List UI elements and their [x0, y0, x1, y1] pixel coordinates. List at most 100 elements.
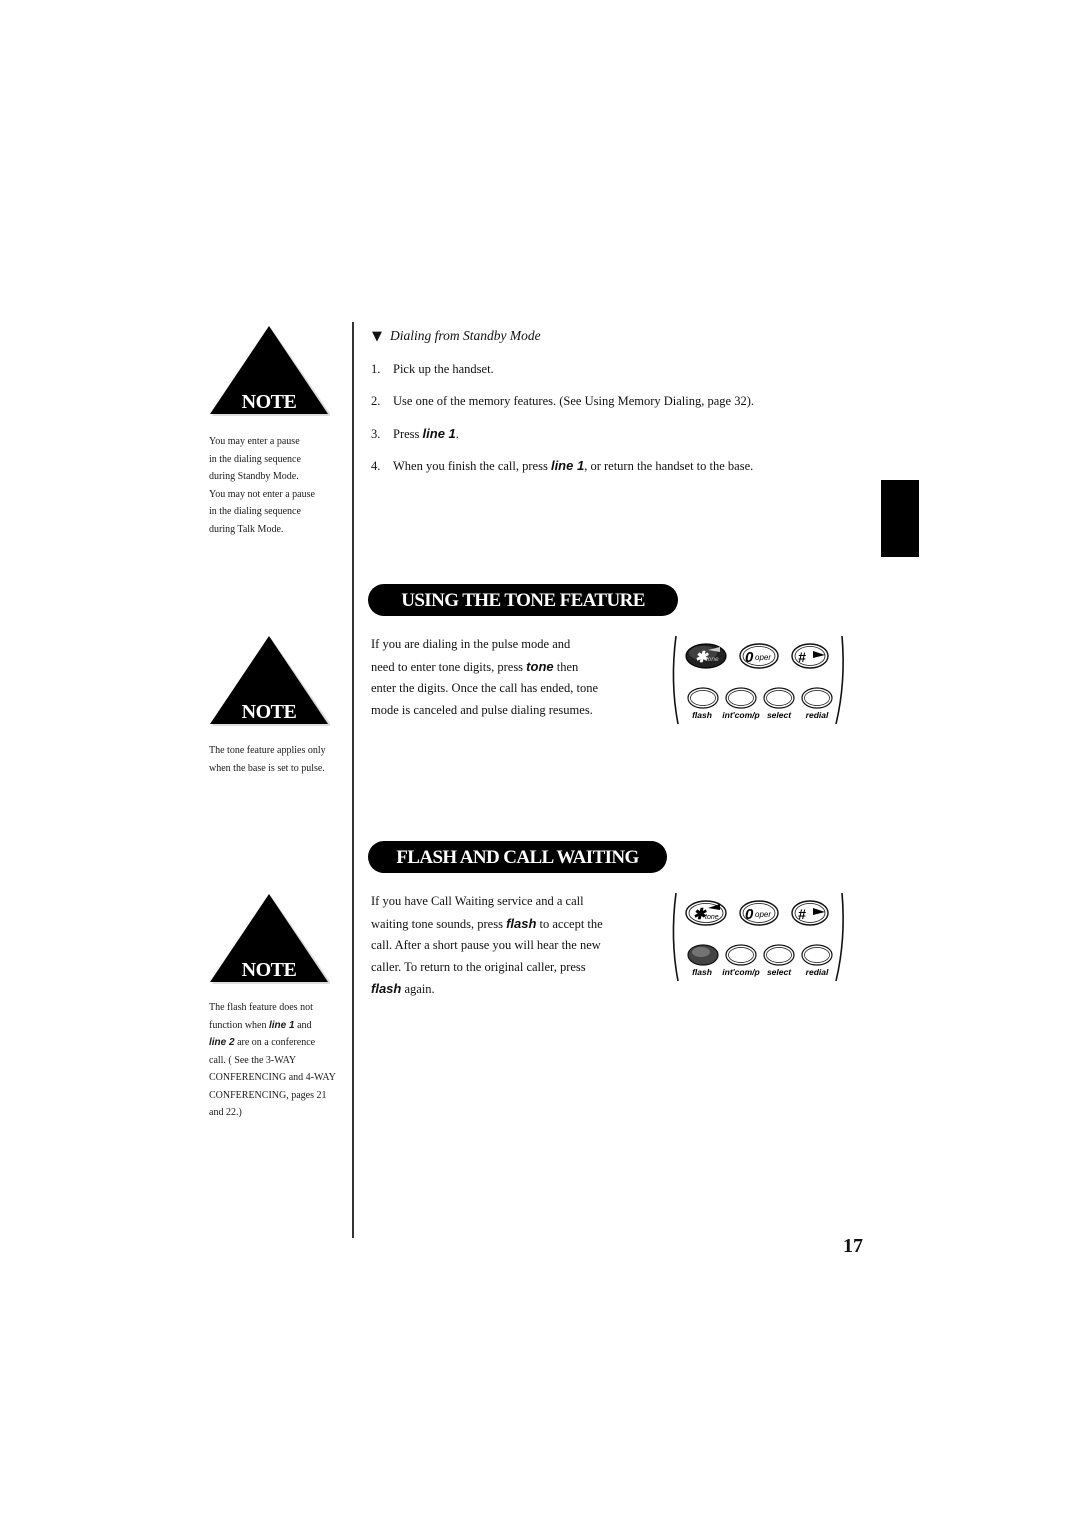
note-label: NOTE — [242, 959, 297, 981]
para-line: mode is canceled and pulse dialing resum… — [371, 702, 593, 717]
standby-step-1: 1. Pick up the handset. — [371, 362, 494, 377]
key-name-flash: flash — [371, 981, 402, 996]
step-text: . — [455, 427, 459, 441]
key-name-tone: tone — [526, 658, 554, 674]
note-line: call. ( See the 3-WAY — [209, 1054, 297, 1066]
para-line: waiting tone sounds, press flash to acce… — [371, 913, 603, 936]
flash-key-highlighted — [687, 944, 719, 966]
note-text-span: The flash feature does not — [209, 1002, 313, 1013]
key-name-line2: line 2 — [209, 1037, 235, 1048]
zero-oper-key: 0 oper — [739, 643, 779, 669]
pound-key: # — [791, 643, 829, 669]
select-key — [763, 944, 795, 966]
note-triangle-icon: NOTE — [210, 894, 332, 984]
key-label-flash: flash — [692, 967, 712, 977]
select-key — [763, 687, 795, 709]
note-text-2: The tone feature applies only when the b… — [209, 742, 326, 777]
page-number: 17 — [843, 1235, 863, 1257]
standby-heading: ▼ Dialing from Standby Mode — [372, 327, 541, 345]
key-sublabel: oper — [755, 910, 771, 919]
para-line: If you have Call Waiting service and a c… — [371, 894, 584, 908]
note-line: CONFERENCING and 4-WAY — [209, 1072, 336, 1083]
pound-glyph: # — [798, 906, 806, 922]
key-label-flash: flash — [692, 710, 712, 720]
handset-outline-left — [672, 635, 679, 725]
key-name-flash: flash — [506, 915, 537, 931]
note-badge-3: NOTE — [208, 894, 332, 989]
redial-key — [801, 944, 833, 966]
note-line: You may not enter a pause — [209, 488, 315, 500]
para-line: caller. To return to the original caller… — [371, 959, 586, 974]
key-label-redial: redial — [806, 710, 829, 720]
intercom-key — [725, 687, 757, 709]
para-line: call. After a short pause you will hear … — [371, 938, 601, 952]
para-text: to accept the — [536, 916, 603, 931]
step-text: , or return the handset to the base. — [584, 459, 754, 473]
handset-outline-right — [835, 635, 844, 725]
note-line: The flash feature does not — [209, 999, 336, 1017]
pound-glyph: # — [798, 649, 806, 665]
handset-outline-left — [672, 892, 679, 982]
note-label: NOTE — [242, 701, 297, 723]
step-text: Use one of the memory features. (See Usi… — [393, 394, 755, 408]
key-sublabel: tone — [706, 656, 719, 663]
key-label-intercom: int'com/p — [722, 967, 759, 977]
step-number: 4. — [371, 459, 381, 473]
note-text-1: You may enter a pause in the dialing seq… — [209, 433, 315, 538]
note-line: and 22.) — [209, 1107, 242, 1118]
tone-key: ✱ tone — [685, 900, 727, 926]
key-name-line1: line 1 — [269, 1019, 295, 1031]
keypad-illustration-tone: ✱ tone 0 oper # flash int'com/p select r… — [668, 632, 848, 733]
redial-key — [801, 687, 833, 709]
step-text: When you finish the call, press — [393, 459, 551, 473]
flash-section-title: FLASH AND CALL WAITING — [368, 841, 667, 873]
para-text: need to enter tone digits, press — [371, 659, 527, 674]
note-triangle-icon: NOTE — [210, 326, 332, 416]
keypad-illustration-flash: ✱ tone 0 oper # flash int'com/p select r… — [668, 889, 848, 990]
intercom-key — [725, 944, 757, 966]
step-text: Press — [393, 427, 423, 441]
note-badge-1: NOTE — [208, 326, 332, 421]
note-text-span: are on a conference — [234, 1037, 316, 1048]
para-line: need to enter tone digits, press tone th… — [371, 656, 598, 679]
note-line: during Talk Mode. — [209, 523, 284, 535]
note-line: CONFERENCING, pages 21 — [209, 1089, 327, 1101]
note-line: The tone feature applies only — [209, 745, 326, 756]
key-label-redial: redial — [806, 967, 829, 977]
note-line: in the dialing sequence — [209, 453, 301, 465]
key-name-line1: line 1 — [422, 426, 456, 441]
note-label: NOTE — [242, 391, 297, 413]
tone-key: ✱ tone — [685, 643, 727, 669]
note-badge-2: NOTE — [208, 636, 332, 731]
zero-oper-key: 0 oper — [739, 900, 779, 926]
flash-key — [687, 687, 719, 709]
standby-step-4: 4. When you finish the call, press line 1… — [371, 458, 753, 474]
key-label-select: select — [767, 710, 792, 720]
key-label-intercom: int'com/p — [722, 710, 759, 720]
note-triangle-icon: NOTE — [210, 636, 332, 726]
section-tab-marker — [881, 480, 919, 557]
flash-section-body: If you have Call Waiting service and a c… — [371, 891, 603, 1001]
para-text: again. — [401, 982, 435, 996]
note-line: You may enter a pause — [209, 436, 300, 447]
tone-section-title: USING THE TONE FEATURE — [368, 584, 678, 616]
para-text: then — [553, 659, 579, 674]
key-sublabel: oper — [755, 653, 771, 662]
handset-outline-right — [835, 892, 844, 982]
step-number: 2. — [371, 394, 381, 408]
note-line: during Standby Mode. — [209, 471, 299, 482]
step-number: 3. — [371, 427, 381, 441]
key-label-select: select — [767, 967, 792, 977]
para-line: flash again. — [371, 978, 603, 1001]
note-text-3: The flash feature does not function when… — [209, 999, 336, 1122]
standby-step-3: 3. Press line 1. — [371, 426, 459, 442]
para-line: If you are dialing in the pulse mode and — [371, 637, 571, 651]
triangle-down-icon: ▼ — [372, 329, 382, 344]
note-line: when the base is set to pulse. — [209, 762, 325, 774]
tone-section-body: If you are dialing in the pulse mode and… — [371, 634, 598, 721]
standby-heading-text: Dialing from Standby Mode — [390, 328, 541, 343]
note-line: line 2 are on a conference — [209, 1034, 336, 1052]
zero-glyph: 0 — [745, 649, 754, 666]
para-text: waiting tone sounds, press — [371, 916, 507, 931]
step-number: 1. — [371, 362, 381, 376]
